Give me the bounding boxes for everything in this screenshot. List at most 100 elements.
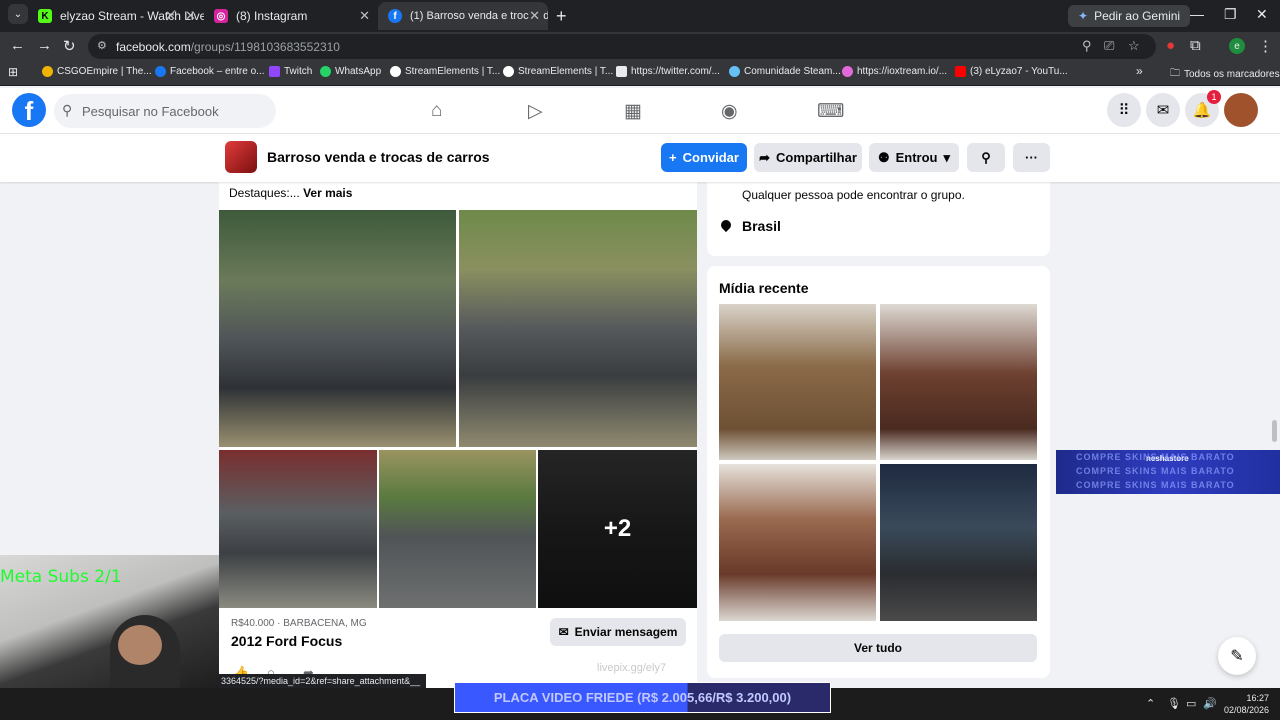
extension-icon[interactable]: ● bbox=[1166, 37, 1175, 54]
youtube-icon bbox=[955, 66, 966, 77]
reload-icon[interactable]: ↻ bbox=[63, 37, 76, 55]
price-location: R$40.000 · BARBACENA, MG bbox=[231, 618, 367, 629]
tab-facebook-group[interactable]: f (1) Barroso venda e trocas de ca ✕ bbox=[378, 2, 548, 30]
url-domain: facebook.com bbox=[116, 39, 191, 54]
profile-avatar-icon[interactable]: e bbox=[1229, 38, 1245, 54]
plus-icon: + bbox=[669, 150, 677, 165]
taskbar-clock[interactable]: 16:27 02/08/2026 bbox=[1224, 692, 1269, 716]
network-icon[interactable]: ▭ bbox=[1186, 697, 1196, 710]
meta-subs-text: Meta Subs 2/1 bbox=[0, 567, 122, 587]
bookmark-streamelements-2[interactable]: StreamElements | T... bbox=[503, 66, 613, 77]
microphone-icon[interactable]: 🎙 bbox=[1167, 697, 1181, 710]
bookmark-streamelements-1[interactable]: StreamElements | T... bbox=[390, 66, 500, 77]
media-thumb-brown-bags[interactable] bbox=[880, 304, 1037, 460]
zoom-icon[interactable]: ⚲ bbox=[1082, 38, 1092, 54]
streamer-face bbox=[118, 625, 162, 665]
notification-count-badge: 1 bbox=[1207, 90, 1221, 104]
volume-icon[interactable]: 🔊 bbox=[1203, 697, 1217, 710]
muted-speaker-icon[interactable]: ✕̸ bbox=[165, 8, 176, 24]
bookmark-label: (3) eLyzao7 - YouTu... bbox=[970, 66, 1068, 77]
car-photo-side[interactable] bbox=[379, 450, 536, 608]
see-all-media-button[interactable]: Ver tudo bbox=[719, 634, 1037, 662]
tab-search-icon[interactable]: ⌄ bbox=[8, 4, 28, 24]
gemini-button[interactable]: ✦ Pedir ao Gemini bbox=[1068, 5, 1191, 27]
bookmark-label: Twitch bbox=[284, 66, 313, 77]
new-tab-button[interactable]: + bbox=[556, 6, 567, 27]
bookmark-csgoempire[interactable]: CSGOEmpire | The... bbox=[42, 66, 152, 77]
car-photo-interior[interactable]: +2 bbox=[538, 450, 697, 608]
bookmark-facebook[interactable]: Facebook – entre o... bbox=[155, 66, 265, 77]
tab-close-icon[interactable]: ✕ bbox=[359, 8, 370, 24]
group-title[interactable]: Barroso venda e trocas de carros bbox=[267, 149, 490, 165]
bookmark-youtube[interactable]: (3) eLyzao7 - YouTu... bbox=[955, 66, 1068, 77]
restore-icon[interactable]: ❐ bbox=[1224, 6, 1237, 23]
bookmark-folder-label: Todos os marcadores bbox=[1184, 69, 1280, 80]
all-bookmarks-folder[interactable]: 🗀 Todos os marcadores bbox=[1170, 66, 1280, 83]
instagram-favicon-icon: ◎ bbox=[214, 9, 228, 23]
streamelements-icon bbox=[390, 66, 401, 77]
send-message-label: Enviar mensagem bbox=[574, 625, 678, 639]
share-label: Compartilhar bbox=[776, 150, 857, 165]
group-thumbnail[interactable] bbox=[225, 141, 257, 173]
gaming-icon[interactable]: ⌨ bbox=[817, 100, 844, 123]
bookmark-star-icon[interactable]: ☆ bbox=[1128, 38, 1140, 54]
joined-dropdown-button[interactable]: ⚉ Entrou ▾ bbox=[869, 143, 959, 172]
home-icon[interactable]: ⌂ bbox=[431, 100, 442, 122]
compose-edit-icon[interactable]: ✎ bbox=[1218, 637, 1256, 675]
csgoempire-icon bbox=[42, 66, 53, 77]
tab-close-icon[interactable]: ✕ bbox=[185, 8, 196, 24]
back-arrow-icon[interactable]: ← bbox=[10, 37, 25, 54]
car-photo-front-left[interactable] bbox=[219, 210, 456, 447]
groups-icon[interactable]: ◉ bbox=[721, 100, 738, 123]
forward-arrow-icon[interactable]: → bbox=[37, 37, 52, 54]
bookmark-label: https://twitter.com/... bbox=[631, 66, 720, 77]
cast-icon[interactable]: ⎚ bbox=[1104, 38, 1114, 54]
share-button[interactable]: ➦ Compartilhar bbox=[754, 143, 862, 172]
media-thumb-pearl-bag[interactable] bbox=[719, 464, 876, 621]
car-photo-rear[interactable] bbox=[219, 450, 377, 608]
banner-line: COMPRE SKINS MAIS BARATO bbox=[1076, 452, 1235, 462]
bookmark-ioxtream[interactable]: https://ioxtream.io/... bbox=[842, 66, 947, 77]
messenger-icon[interactable]: ✉ bbox=[1146, 93, 1180, 127]
group-search-button[interactable]: ⚲ bbox=[967, 143, 1005, 172]
bookmark-steam[interactable]: Comunidade Steam... bbox=[729, 66, 841, 77]
close-window-icon[interactable]: ✕ bbox=[1256, 6, 1268, 23]
bookmark-twitch[interactable]: Twitch bbox=[269, 66, 312, 77]
media-thumb-woven-bag[interactable] bbox=[719, 304, 876, 460]
facebook-logo-icon[interactable]: f bbox=[12, 93, 46, 127]
more-photos-overlay[interactable]: +2 bbox=[538, 450, 697, 608]
status-bar-url: 3364525/?media_id=2&ref=share_attachment… bbox=[219, 674, 426, 688]
more-bookmarks-chevron-icon[interactable]: » bbox=[1136, 64, 1143, 78]
group-about-card: Qualquer pessoa pode encontrar o grupo. … bbox=[707, 182, 1050, 256]
send-message-button[interactable]: ✉ Enviar mensagem bbox=[550, 618, 686, 646]
video-icon[interactable]: ▷ bbox=[528, 100, 543, 123]
tab-instagram[interactable]: ◎ (8) Instagram ✕ bbox=[204, 2, 378, 30]
more-options-button[interactable]: ··· bbox=[1013, 143, 1050, 172]
car-photo-front-right[interactable] bbox=[459, 210, 697, 447]
tray-chevron-icon[interactable]: ⌃ bbox=[1146, 697, 1155, 710]
invite-button[interactable]: + Convidar bbox=[661, 143, 747, 172]
marketplace-icon[interactable]: ▦ bbox=[624, 100, 642, 123]
site-settings-icon[interactable]: ⚙ bbox=[97, 39, 107, 52]
recent-media-card: Mídia recente Ver tudo bbox=[707, 266, 1050, 678]
apps-grid-icon[interactable]: ⊞ bbox=[8, 65, 18, 79]
media-thumb-motorcycle[interactable] bbox=[880, 464, 1037, 621]
tab-close-icon[interactable]: ✕ bbox=[529, 8, 540, 24]
folder-icon: 🗀 bbox=[1170, 68, 1180, 79]
menu-kebab-icon[interactable]: ⋮ bbox=[1258, 37, 1273, 55]
bookmark-whatsapp[interactable]: WhatsApp bbox=[320, 66, 381, 77]
bookmark-twitter[interactable]: https://twitter.com/... bbox=[616, 66, 720, 77]
address-bar[interactable]: ⚙ facebook.com/groups/1198103683552310 ⚲… bbox=[88, 34, 1156, 59]
profile-avatar[interactable] bbox=[1224, 93, 1258, 127]
facebook-search-input[interactable]: ⚲ Pesquisar no Facebook bbox=[54, 94, 276, 128]
see-more-link[interactable]: Ver mais bbox=[303, 186, 352, 200]
menu-grid-icon[interactable]: ⠿ bbox=[1107, 93, 1141, 127]
ioxtream-icon bbox=[842, 66, 853, 77]
extensions-puzzle-icon[interactable]: ⧉ bbox=[1190, 37, 1201, 54]
page-scrollbar[interactable] bbox=[1272, 420, 1277, 442]
skins-store-banner: neshastore COMPRE SKINS MAIS BARATO COMP… bbox=[1056, 450, 1280, 494]
minimize-icon[interactable]: — bbox=[1190, 6, 1204, 22]
listing-title[interactable]: 2012 Ford Focus bbox=[231, 633, 342, 649]
tab-kick-stream[interactable]: K elyzao Stream - Watch Live ✕̸ ✕ bbox=[28, 2, 204, 30]
browser-tabstrip: ⌄ K elyzao Stream - Watch Live ✕̸ ✕ ◎ (8… bbox=[0, 0, 1280, 32]
